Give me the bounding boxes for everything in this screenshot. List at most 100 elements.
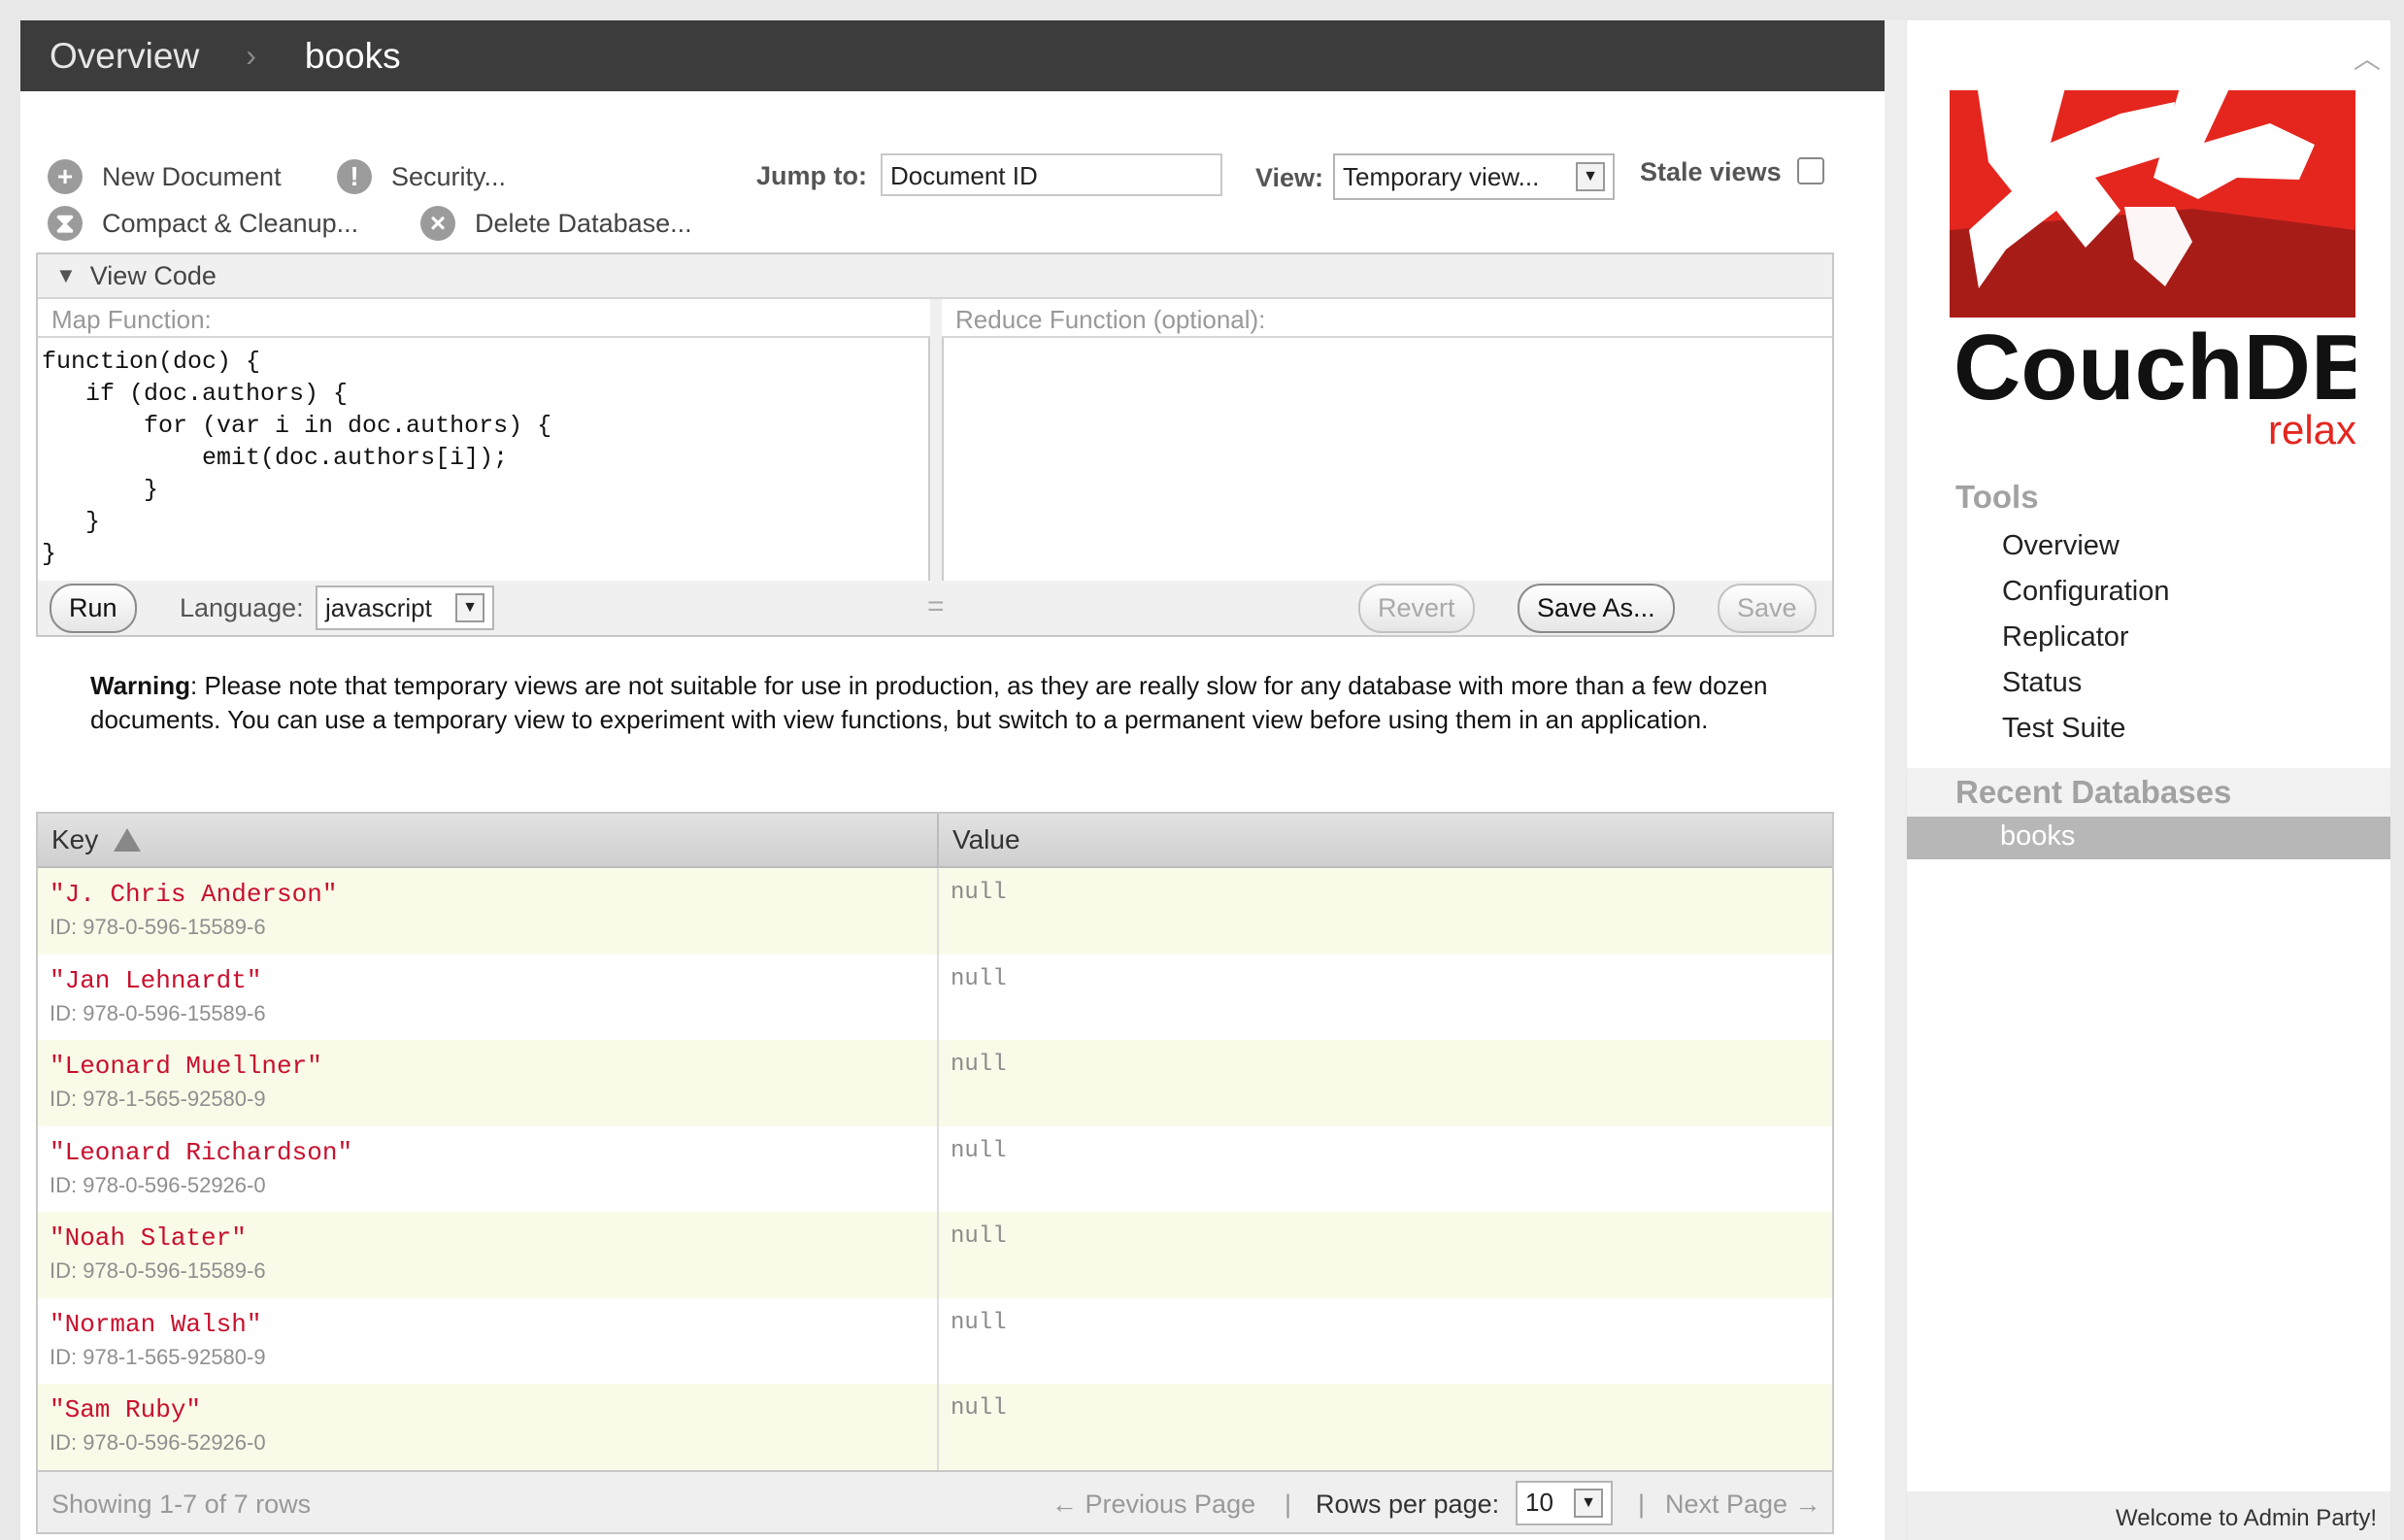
row-key[interactable]: "J. Chris Anderson" — [50, 880, 925, 909]
reduce-function-label: Reduce Function (optional): — [942, 299, 1832, 338]
save-button[interactable]: Save — [1718, 584, 1817, 633]
table-row[interactable]: "Jan Lehnardt" ID: 978-0-596-15589-6 nul… — [38, 954, 1832, 1040]
table-row[interactable]: "Norman Walsh" ID: 978-1-565-92580-9 nul… — [38, 1297, 1832, 1384]
row-doc-id: ID: 978-0-596-15589-6 — [50, 915, 266, 939]
sidebar: ︿ CouchDB relax Tools Overview Configura… — [1907, 20, 2390, 1540]
table-row[interactable]: "Sam Ruby" ID: 978-0-596-52926-0 null — [38, 1384, 1832, 1470]
plus-circle-icon: + — [48, 159, 83, 194]
view-code-actions: Run Language: javascript ▼ = Revert Save… — [38, 581, 1832, 637]
new-document-button[interactable]: + New Document — [48, 159, 282, 194]
welcome-message: Welcome to Admin Party! — [1907, 1491, 2390, 1540]
key-cell: "Jan Lehnardt" ID: 978-0-596-15589-6 — [38, 954, 939, 1040]
pagination-divider: | — [1285, 1489, 1292, 1519]
view-select-value: Temporary view... — [1343, 161, 1540, 191]
stale-views-checkbox[interactable] — [1797, 157, 1824, 184]
sidebar-item-configuration[interactable]: Configuration — [2002, 576, 2170, 608]
recent-databases-title: Recent Databases — [1955, 774, 2232, 810]
results-header: Key Value — [38, 814, 1832, 868]
dropdown-arrow-icon: ▼ — [1576, 162, 1605, 191]
delete-database-button[interactable]: × Delete Database... — [420, 206, 692, 241]
dropdown-arrow-icon: ▼ — [1574, 1488, 1603, 1518]
logo-wordmark: CouchDB — [1953, 316, 2355, 419]
sidebar-item-test-suite[interactable]: Test Suite — [2002, 713, 2125, 745]
row-value: null — [951, 965, 1007, 992]
triangle-down-icon: ▼ — [55, 263, 77, 287]
close-circle-icon: × — [420, 206, 455, 241]
chevron-up-icon[interactable]: ︿ — [2354, 38, 2381, 77]
couchdb-logo: CouchDB relax — [1950, 84, 2355, 452]
logo-tagline: relax — [2268, 407, 2355, 452]
recent-databases-band: Recent Databases — [1907, 768, 2390, 817]
value-column-header: Value — [939, 814, 1832, 866]
key-cell: "J. Chris Anderson" ID: 978-0-596-15589-… — [38, 868, 939, 954]
breadcrumb-current-database: books — [304, 35, 401, 76]
hourglass-icon: ⧗ — [48, 206, 83, 241]
sort-ascending-icon — [114, 828, 142, 852]
row-doc-id: ID: 978-0-596-15589-6 — [50, 1000, 266, 1025]
row-key[interactable]: "Sam Ruby" — [50, 1395, 925, 1424]
pagination-bar: Showing 1-7 of 7 rows ← Previous Page | … — [38, 1469, 1832, 1532]
warning-text: : Please note that temporary views are n… — [90, 671, 1768, 734]
revert-button[interactable]: Revert — [1358, 584, 1475, 633]
row-key[interactable]: "Jan Lehnardt" — [50, 966, 925, 995]
row-key[interactable]: "Leonard Richardson" — [50, 1138, 925, 1167]
key-cell: "Noah Slater" ID: 978-0-596-15589-6 — [38, 1212, 939, 1298]
jump-to-label: Jump to: — [756, 161, 867, 190]
tools-section-title: Tools — [1955, 479, 2039, 515]
row-doc-id: ID: 978-1-565-92580-9 — [50, 1087, 266, 1111]
sidebar-item-replicator[interactable]: Replicator — [2002, 621, 2129, 653]
key-column-header[interactable]: Key — [38, 814, 939, 866]
value-header-label: Value — [952, 824, 1020, 854]
security-label: Security... — [391, 161, 507, 191]
view-select[interactable]: Temporary view... ▼ — [1333, 153, 1615, 200]
showing-rows-text: Showing 1-7 of 7 rows — [51, 1489, 312, 1519]
recent-database-books[interactable]: books — [1907, 817, 2390, 859]
sidebar-item-overview[interactable]: Overview — [2002, 530, 2120, 562]
warning-bold-label: Warning — [90, 671, 191, 700]
map-function-editor[interactable]: function(doc) { if (doc.authors) { for (… — [38, 338, 930, 581]
map-function-label: Map Function: — [38, 299, 930, 338]
row-key[interactable]: "Noah Slater" — [50, 1223, 925, 1253]
rows-per-page-select[interactable]: 10 ▼ — [1516, 1480, 1613, 1525]
previous-page-link[interactable]: ← Previous Page — [1052, 1490, 1255, 1520]
resize-handle-icon[interactable]: = — [927, 590, 945, 623]
key-header-label: Key — [51, 824, 99, 854]
row-key[interactable]: "Norman Walsh" — [50, 1310, 925, 1339]
table-row[interactable]: "Leonard Richardson" ID: 978-0-596-52926… — [38, 1125, 1832, 1212]
security-button[interactable]: ! Security... — [337, 159, 506, 194]
table-row[interactable]: "Noah Slater" ID: 978-0-596-15589-6 null — [38, 1212, 1832, 1298]
compact-cleanup-button[interactable]: ⧗ Compact & Cleanup... — [48, 206, 358, 241]
key-cell: "Sam Ruby" ID: 978-0-596-52926-0 — [38, 1384, 939, 1470]
sidebar-item-status[interactable]: Status — [2002, 667, 2082, 699]
view-code-toggle[interactable]: ▼ View Code — [38, 254, 1832, 299]
results-table: Key Value "J. Chris Anderson" ID: 978-0-… — [36, 812, 1834, 1534]
reduce-function-editor[interactable] — [942, 338, 1832, 581]
key-cell: "Norman Walsh" ID: 978-1-565-92580-9 — [38, 1297, 939, 1384]
shield-icon: ! — [337, 159, 372, 194]
rows-per-page-value: 10 — [1525, 1488, 1553, 1517]
row-value: null — [951, 880, 1007, 906]
pagination-divider: | — [1638, 1489, 1646, 1519]
table-row[interactable]: "Leonard Muellner" ID: 978-1-565-92580-9… — [38, 1040, 1832, 1126]
row-key[interactable]: "Leonard Muellner" — [50, 1052, 925, 1081]
compact-cleanup-label: Compact & Cleanup... — [102, 208, 359, 238]
view-label: View: — [1255, 163, 1324, 192]
jump-to-document-input[interactable]: Document ID — [881, 153, 1222, 196]
breadcrumb-overview[interactable]: Overview — [50, 36, 199, 77]
row-value: null — [951, 1223, 1007, 1250]
top-breadcrumb-bar: Overview › books — [20, 20, 1885, 91]
row-doc-id: ID: 978-1-565-92580-9 — [50, 1344, 266, 1369]
table-row[interactable]: "J. Chris Anderson" ID: 978-0-596-15589-… — [38, 868, 1832, 954]
language-label: Language: — [180, 593, 304, 622]
breadcrumb-separator-icon: › — [246, 38, 256, 73]
row-doc-id: ID: 978-0-596-15589-6 — [50, 1258, 266, 1283]
language-select[interactable]: javascript ▼ — [316, 586, 494, 630]
run-button[interactable]: Run — [50, 584, 137, 633]
row-doc-id: ID: 978-0-596-52926-0 — [50, 1430, 266, 1455]
save-as-button[interactable]: Save As... — [1518, 584, 1675, 633]
main-panel: Overview › books + New Document ! Securi… — [20, 20, 1906, 1540]
language-select-value: javascript — [325, 592, 432, 622]
row-value: null — [951, 1395, 1007, 1422]
key-cell: "Leonard Muellner" ID: 978-1-565-92580-9 — [38, 1040, 939, 1126]
next-page-link[interactable]: Next Page → — [1665, 1490, 1821, 1520]
